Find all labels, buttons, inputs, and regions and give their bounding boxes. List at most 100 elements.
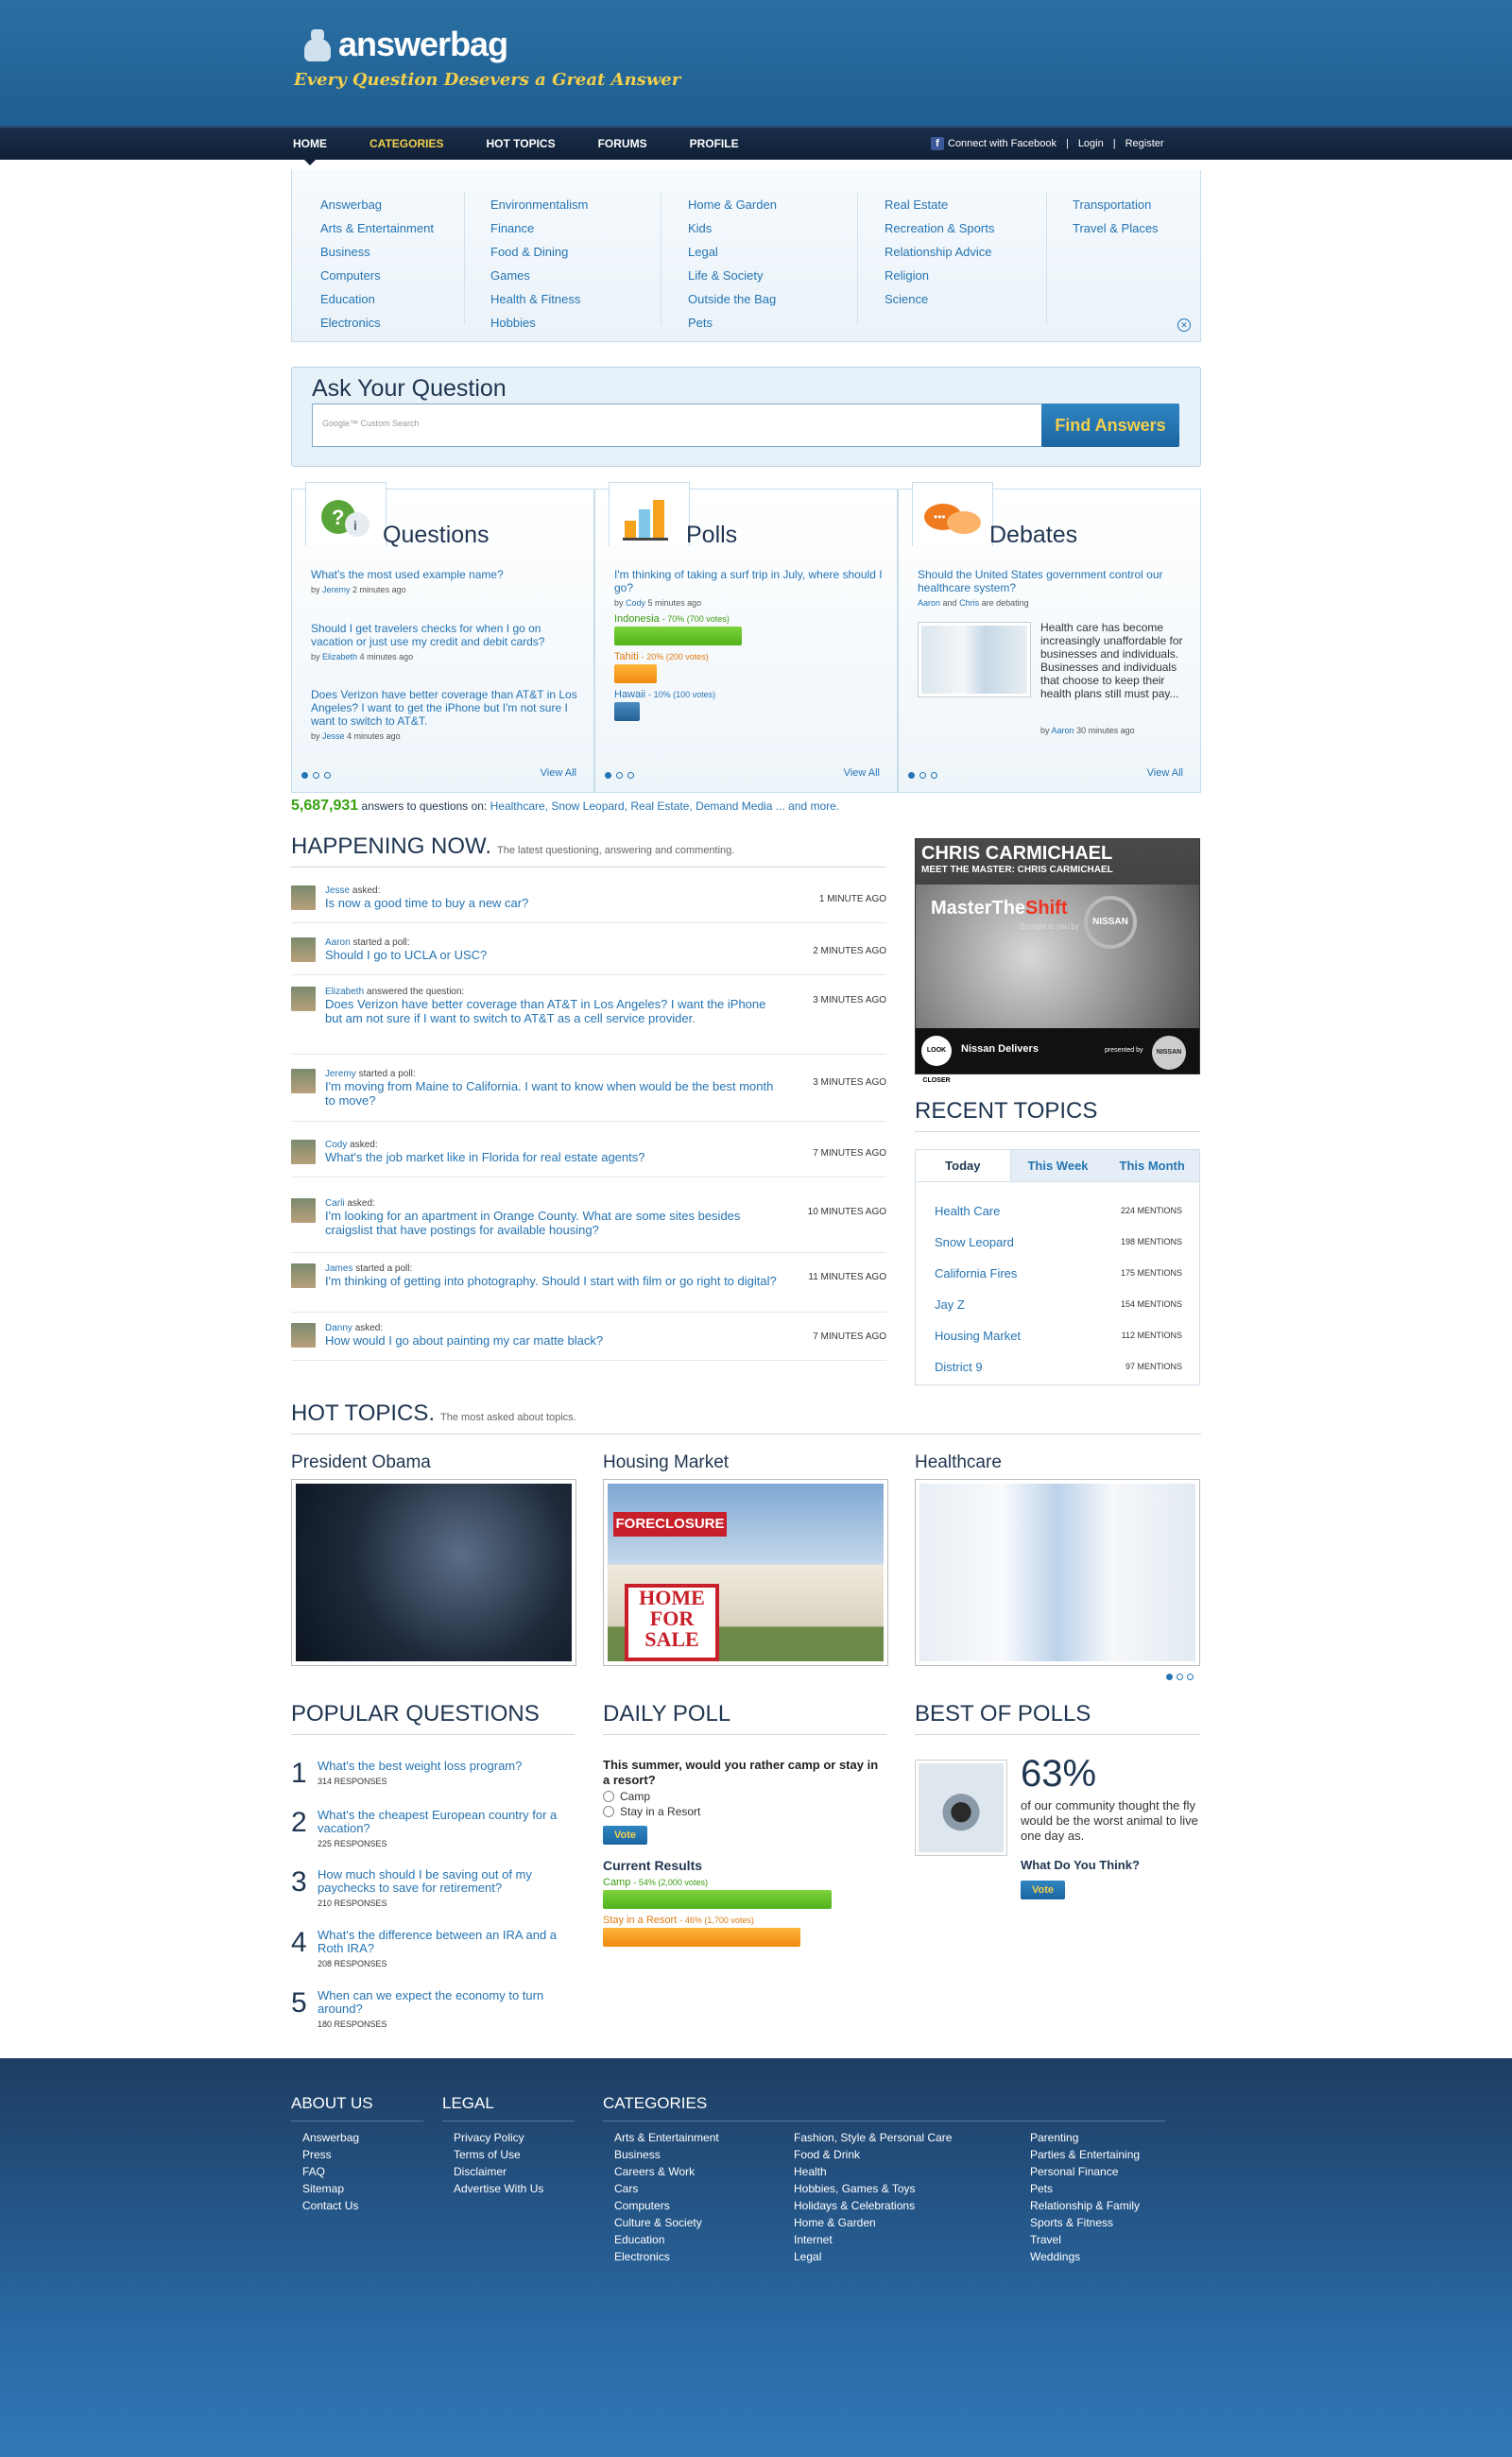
avatar[interactable] [291, 937, 316, 962]
category-link[interactable]: Home & Garden [688, 193, 777, 216]
footer-link[interactable]: FAQ [302, 2163, 423, 2180]
activity-row[interactable]: Jesse asked: Is now a good time to buy a … [291, 885, 886, 923]
poll-question[interactable]: I'm thinking of taking a surf trip in Ju… [614, 568, 888, 594]
footer-link[interactable]: Health [794, 2163, 1019, 2180]
footer-link[interactable]: Electronics [614, 2248, 782, 2265]
avatar[interactable] [291, 1263, 316, 1288]
tab-this-month[interactable]: This Month [1105, 1150, 1199, 1181]
topic-row[interactable]: 112 MENTIONS Housing Market [935, 1329, 1182, 1343]
hot-topic-label[interactable]: Housing Market [603, 1452, 888, 1473]
popular-question[interactable]: 2 What's the cheapest European country f… [291, 1807, 575, 1864]
question-text[interactable]: What's the most used example name? [311, 568, 585, 581]
vote-button[interactable]: Vote [1021, 1881, 1066, 1899]
avatar[interactable] [291, 1069, 316, 1093]
activity-row[interactable]: Carli asked: I'm looking for an apartment… [291, 1198, 886, 1253]
footer-link[interactable]: Sports & Fitness [1030, 2214, 1160, 2231]
category-link[interactable]: Life & Society [688, 264, 777, 287]
category-link[interactable]: Finance [490, 216, 588, 240]
poll-item[interactable]: I'm thinking of taking a surf trip in Ju… [614, 568, 888, 721]
footer-link[interactable]: Hobbies, Games & Toys [794, 2180, 1019, 2197]
user-link[interactable]: Carli [325, 1198, 345, 1209]
popular-question-link[interactable]: What's the cheapest European country for… [318, 1809, 568, 1835]
user-link[interactable]: Chris [959, 598, 979, 608]
avatar[interactable] [291, 1140, 316, 1164]
category-link[interactable]: Pets [688, 311, 777, 335]
activity-link[interactable]: How would I go about painting my car mat… [325, 1333, 779, 1348]
category-link[interactable]: Arts & Entertainment [320, 216, 434, 240]
activity-row[interactable]: Jeremy started a poll: I'm moving from Ma… [291, 1069, 886, 1122]
activity-link[interactable]: I'm looking for an apartment in Orange C… [325, 1209, 779, 1237]
popular-question[interactable]: 5 When can we expect the economy to turn… [291, 1987, 575, 2044]
popular-question-link[interactable]: How much should I be saving out of my pa… [318, 1868, 568, 1895]
topic-row[interactable]: 154 MENTIONS Jay Z [935, 1297, 1182, 1312]
footer-link[interactable]: Personal Finance [1030, 2163, 1160, 2180]
user-link[interactable]: Jeremy [325, 1069, 356, 1079]
logo[interactable]: answerbag [301, 21, 508, 68]
footer-link[interactable]: Disclaimer [454, 2163, 575, 2180]
register-link[interactable]: Register [1125, 138, 1164, 149]
hot-topic-card[interactable]: President Obama [291, 1452, 576, 1666]
user-link[interactable]: Jesse [322, 731, 345, 741]
footer-link[interactable]: Terms of Use [454, 2146, 575, 2163]
category-link[interactable]: Computers [320, 264, 434, 287]
topic-links[interactable]: Healthcare, Snow Leopard, Real Estate, D… [490, 799, 840, 813]
tab-this-week[interactable]: This Week [1011, 1150, 1106, 1181]
radio-button[interactable] [603, 1791, 614, 1802]
user-link[interactable]: Danny [325, 1323, 352, 1333]
topic-link[interactable]: District 9 [935, 1360, 983, 1374]
footer-link[interactable]: Relationship & Family [1030, 2197, 1160, 2214]
view-all-link[interactable]: View All [844, 767, 880, 779]
popular-question-link[interactable]: When can we expect the economy to turn a… [318, 1989, 568, 2016]
popular-question-link[interactable]: What's the best weight loss program? [318, 1760, 568, 1773]
category-link[interactable]: Health & Fitness [490, 287, 588, 311]
footer-link[interactable]: Travel [1030, 2231, 1160, 2248]
footer-link[interactable]: Sitemap [302, 2180, 423, 2197]
user-link[interactable]: Aaron [1052, 726, 1074, 735]
category-link[interactable]: Science [885, 287, 994, 311]
popular-question[interactable]: 3 How much should I be saving out of my … [291, 1866, 575, 1923]
hot-topic-label[interactable]: President Obama [291, 1452, 576, 1473]
category-link[interactable]: Environmentalism [490, 193, 588, 216]
footer-link[interactable]: Privacy Policy [454, 2129, 575, 2146]
activity-row[interactable]: Aaron started a poll: Should I go to UCLA… [291, 937, 886, 975]
user-link[interactable]: Elizabeth [325, 987, 364, 997]
category-link[interactable]: Kids [688, 216, 777, 240]
nav-categories[interactable]: CATEGORIES [369, 128, 443, 160]
user-link[interactable]: James [325, 1263, 352, 1274]
topic-row[interactable]: 198 MENTIONS Snow Leopard [935, 1235, 1182, 1249]
footer-link[interactable]: Careers & Work [614, 2163, 782, 2180]
category-link[interactable]: Games [490, 264, 588, 287]
footer-link[interactable]: Education [614, 2231, 782, 2248]
radio-button[interactable] [603, 1806, 614, 1817]
connect-facebook-link[interactable]: Connect with Facebook [948, 138, 1057, 149]
footer-link[interactable]: Contact Us [302, 2197, 423, 2214]
topic-row[interactable]: 97 MENTIONS District 9 [935, 1360, 1182, 1374]
hot-topic-card[interactable]: Housing Market FORECLOSURE HOME FOR SALE [603, 1452, 888, 1666]
footer-link[interactable]: Answerbag [302, 2129, 423, 2146]
close-icon[interactable]: ✕ [1177, 318, 1191, 332]
carousel-dots[interactable] [908, 772, 937, 779]
debate-question[interactable]: Should the United States government cont… [918, 568, 1192, 594]
activity-row[interactable]: Elizabeth answered the question: Does Ver… [291, 987, 886, 1055]
footer-link[interactable]: Press [302, 2146, 423, 2163]
topic-link[interactable]: California Fires [935, 1266, 1017, 1280]
advertisement[interactable]: CHRIS CARMICHAEL MEET THE MASTER: CHRIS … [915, 838, 1200, 1084]
user-link[interactable]: Elizabeth [322, 652, 357, 662]
activity-row[interactable]: Danny asked: How would I go about paintin… [291, 1323, 886, 1361]
category-link[interactable]: Travel & Places [1073, 216, 1159, 240]
user-link[interactable]: Cody [325, 1140, 347, 1150]
nav-home[interactable]: HOME [293, 128, 327, 160]
category-link[interactable]: Real Estate [885, 193, 994, 216]
category-link[interactable]: Education [320, 287, 434, 311]
avatar[interactable] [291, 1323, 316, 1348]
hot-topic-label[interactable]: Healthcare [915, 1452, 1200, 1473]
login-link[interactable]: Login [1078, 138, 1104, 149]
footer-link[interactable]: Culture & Society [614, 2214, 782, 2231]
popular-question-link[interactable]: What's the difference between an IRA and… [318, 1929, 568, 1955]
footer-link[interactable]: Business [614, 2146, 782, 2163]
activity-link[interactable]: I'm moving from Maine to California. I w… [325, 1079, 779, 1108]
nav-forums[interactable]: FORUMS [598, 128, 647, 160]
footer-link[interactable]: Cars [614, 2180, 782, 2197]
view-all-link[interactable]: View All [1147, 767, 1183, 779]
topic-link[interactable]: Jay Z [935, 1297, 965, 1312]
